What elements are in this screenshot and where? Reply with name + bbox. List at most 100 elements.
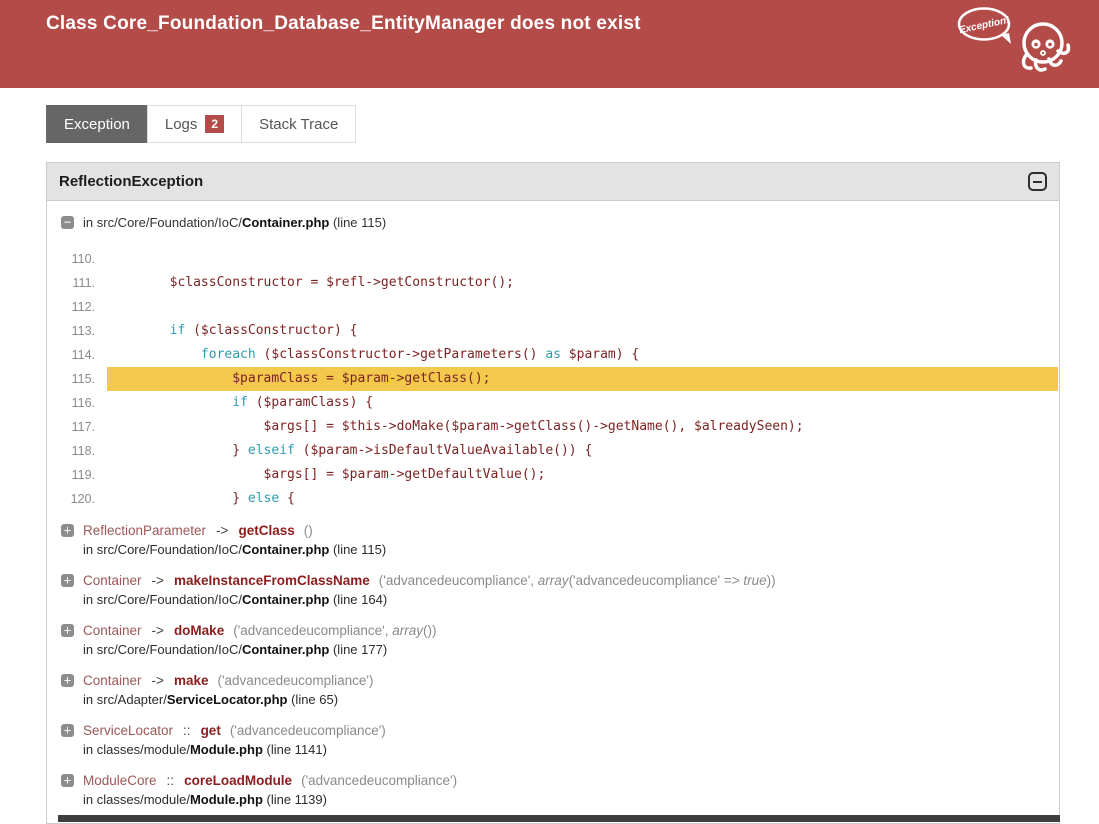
tab-logs[interactable]: Logs 2 — [146, 105, 243, 143]
location-line: (line 1141) — [262, 742, 327, 757]
frame-operator: -> — [151, 623, 164, 638]
expand-frame-icon[interactable] — [61, 574, 74, 587]
frame-operator: :: — [166, 773, 175, 788]
expand-frame-icon[interactable] — [61, 724, 74, 737]
frame-arguments: ('advancedeucompliance') — [301, 773, 457, 788]
location-file: Module.php — [189, 742, 263, 757]
expand-frame-icon[interactable] — [61, 624, 74, 637]
location-file: Container.php — [241, 592, 330, 607]
code-line: 117. $args[] = $this->doMake($param->get… — [61, 415, 1058, 439]
frame-operator: -> — [151, 573, 164, 588]
stack-frame-call[interactable]: ServiceLocator::get ('advancedeucomplian… — [61, 723, 1045, 738]
exception-panel-header[interactable]: ReflectionException — [47, 163, 1059, 201]
code-token: else — [247, 491, 280, 506]
tab-exception-label: Exception — [64, 115, 130, 133]
code-text: foreach ($classConstructor->getParameter… — [107, 343, 1058, 367]
code-line: 111. $classConstructor = $refl->getConst… — [61, 271, 1058, 295]
frame-class-name: ModuleCore — [83, 773, 157, 788]
code-line: 118. } elseif ($param->isDefaultValueAva… — [61, 439, 1058, 463]
code-line: 119. $args[] = $param->getDefaultValue()… — [61, 463, 1058, 487]
argument-text: ('advancedeucompliance') — [301, 773, 458, 788]
stack-frames: ReflectionParameter -> getClass () in src/… — [61, 523, 1059, 807]
frame-method-name: makeInstanceFromClassName — [173, 573, 370, 588]
frame-class-name: ServiceLocator — [83, 723, 174, 738]
location-file: Module.php — [189, 792, 263, 807]
argument-text: ()) — [422, 623, 437, 638]
argument-text: ('advancedeucompliance', — [378, 573, 538, 588]
location-prefix: in — [83, 592, 97, 607]
frame-class-name: ReflectionParameter — [83, 523, 207, 538]
code-line: 110. — [61, 247, 1058, 271]
stack-frame-call[interactable]: ReflectionParameter -> getClass () — [61, 523, 1045, 538]
location-line: (line 115) — [329, 542, 387, 557]
frame-method-name: get — [200, 723, 221, 738]
argument-text: true — [743, 573, 767, 588]
minus-glyph — [1033, 180, 1042, 183]
line-number: 119. — [71, 468, 95, 482]
frame-arguments: ('advancedeucompliance') — [230, 723, 386, 738]
frame-arguments: ('advancedeucompliance') — [217, 673, 373, 688]
frame-method-name: doMake — [173, 623, 225, 638]
code-text: $args[] = $param->getDefaultValue(); — [107, 463, 1058, 487]
frame-arguments: ('advancedeucompliance', array('advanced… — [379, 573, 776, 588]
code-token: ($classConstructor) { — [185, 323, 358, 338]
code-token: as — [545, 347, 561, 362]
stack-frame-location: in src/Core/Foundation/IoC/Container.php… — [83, 542, 1045, 557]
line-number: 114. — [71, 348, 95, 362]
debug-exception-page: Class Core_Foundation_Database_EntityMan… — [0, 0, 1099, 824]
code-token: ($classConstructor->getParameters() — [255, 347, 546, 362]
tab-logs-label: Logs — [164, 115, 198, 133]
code-line: 112. — [61, 295, 1058, 319]
argument-text: )) — [766, 573, 776, 588]
location-file: ServiceLocator.php — [166, 692, 288, 707]
tab-stack-trace[interactable]: Stack Trace — [241, 105, 357, 143]
code-token: $param) { — [560, 347, 640, 362]
line-number: 118. — [71, 444, 95, 458]
frame-arguments: ('advancedeucompliance', array()) — [233, 623, 436, 638]
code-token: if — [232, 395, 248, 410]
location-line: (line 177) — [329, 642, 388, 657]
stack-frame: ModuleCore::coreLoadModule ('advancedeuc… — [61, 773, 1045, 807]
exception-class-title: ReflectionException — [59, 173, 204, 190]
frame-method-name: coreLoadModule — [184, 773, 293, 788]
code-token: ($paramClass) { — [247, 395, 374, 410]
octopus-mascot-icon: Exception! — [957, 7, 1071, 72]
collapse-frame-icon[interactable] — [61, 216, 74, 229]
code-text: $args[] = $this->doMake($param->getClass… — [107, 415, 1058, 439]
argument-text: array — [392, 623, 423, 638]
code-line: 116. if ($paramClass) { — [61, 391, 1058, 415]
argument-text: ('advancedeucompliance') — [229, 723, 386, 738]
code-token: ($param->isDefaultValueAvailable()) { — [294, 443, 593, 458]
exception-panel: ReflectionException in src/Core/Foundati… — [46, 162, 1060, 824]
tab-stack-trace-label: Stack Trace — [259, 115, 339, 133]
code-token: { — [279, 491, 295, 506]
tab-exception[interactable]: Exception — [46, 105, 148, 143]
code-line: 114. foreach ($classConstructor->getPara… — [61, 343, 1058, 367]
line-number: 117. — [71, 420, 95, 434]
stack-frame-call[interactable]: ModuleCore::coreLoadModule ('advancedeuc… — [61, 773, 1045, 788]
argument-text: ('advancedeucompliance') — [217, 673, 374, 688]
expand-frame-icon[interactable] — [61, 524, 74, 537]
stack-frame-call[interactable]: Container -> makeInstanceFromClassName ('a… — [61, 573, 1045, 588]
stack-frame-call[interactable]: Container -> doMake ('advancedeucompliance… — [61, 623, 1045, 638]
code-line: 120. } else { — [61, 487, 1058, 511]
collapse-panel-icon[interactable] — [1028, 172, 1047, 191]
location-path: classes/module/ — [96, 792, 190, 807]
stack-frame: Container -> make ('advancedeucompliance')… — [61, 673, 1045, 707]
expand-frame-icon[interactable] — [61, 674, 74, 687]
stack-frame-call[interactable]: Container -> make ('advancedeucompliance') — [61, 673, 1045, 688]
code-token: if — [169, 323, 186, 338]
stack-frame-location: in src/Core/Foundation/IoC/Container.php… — [83, 642, 1045, 657]
argument-text: array — [537, 573, 569, 588]
frame-method-name: getClass — [238, 523, 295, 538]
location-line: (line 115) — [329, 215, 387, 230]
code-token: $args[] = $param->getDefaultValue(); — [107, 467, 546, 482]
source-frame-header[interactable]: in src/Core/Foundation/IoC/Container.php… — [61, 215, 1059, 230]
frame-method-name: make — [173, 673, 209, 688]
code-token: } — [107, 491, 248, 506]
code-token: $paramClass = $param->getClass(); — [107, 371, 491, 386]
frame-class-name: Container — [83, 573, 142, 588]
expand-frame-icon[interactable] — [61, 774, 74, 787]
logs-count-badge: 2 — [205, 115, 225, 133]
